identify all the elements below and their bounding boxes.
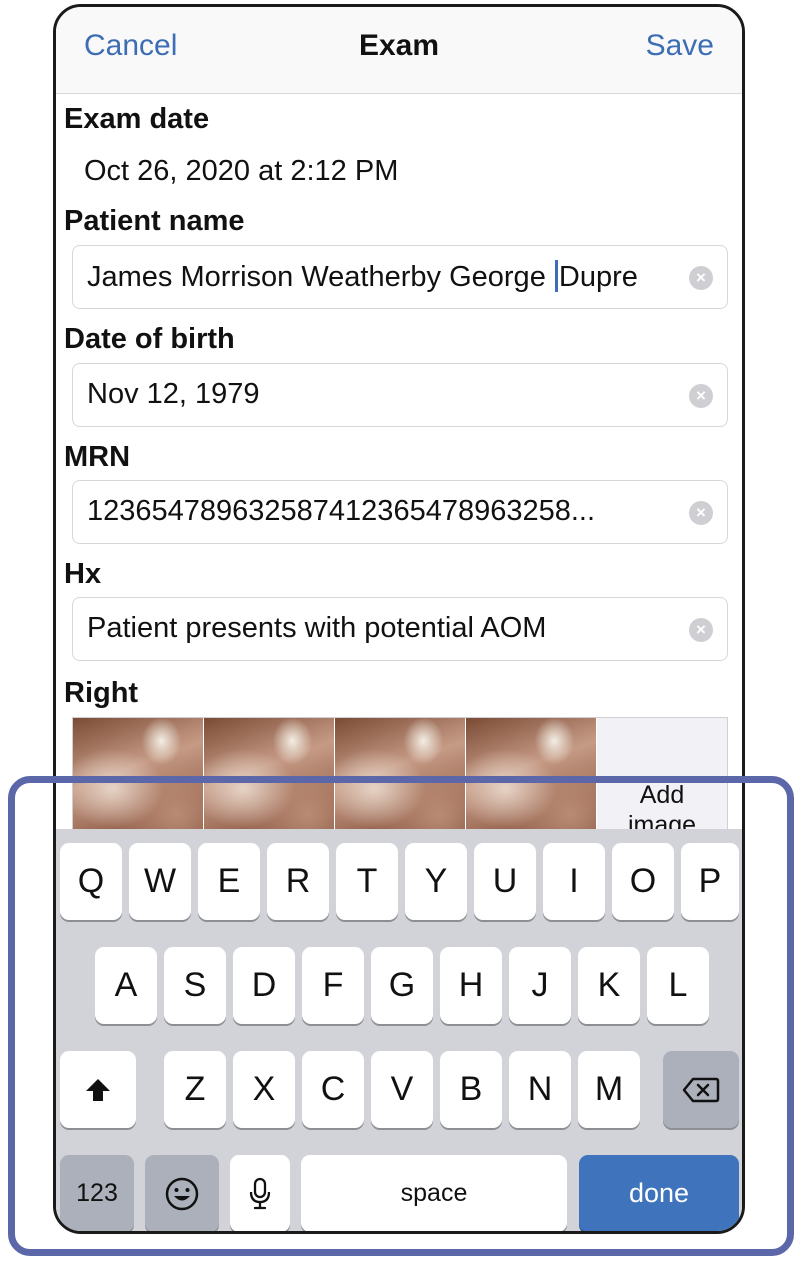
hx-field[interactable]: Patient presents with potential AOM ×	[72, 597, 728, 661]
exam-date-value[interactable]: Oct 26, 2020 at 2:12 PM	[84, 155, 398, 188]
keyboard-highlight-outline	[8, 776, 794, 1256]
mrn-text: 123654789632587412365478963258...	[87, 495, 596, 527]
patient-name-field[interactable]: James Morrison Weatherby George Dupre ×	[72, 245, 728, 309]
text-cursor	[554, 260, 558, 292]
patient-name-text-after: Dupre	[558, 261, 638, 293]
dob-text: Nov 12, 1979	[87, 378, 260, 410]
right-ear-label: Right	[64, 677, 139, 709]
patient-name-label: Patient name	[64, 205, 245, 237]
mrn-label: MRN	[64, 441, 131, 473]
exam-date-label: Exam date	[64, 103, 210, 135]
clear-icon[interactable]: ×	[689, 618, 713, 642]
save-button[interactable]: Save	[646, 29, 714, 63]
clear-icon[interactable]: ×	[689, 384, 713, 408]
page-title: Exam	[358, 29, 440, 62]
mrn-field[interactable]: 123654789632587412365478963258... ×	[72, 480, 728, 544]
patient-name-text[interactable]: James Morrison Weatherby George Dupre	[87, 260, 677, 294]
dob-field[interactable]: Nov 12, 1979 ×	[72, 363, 728, 427]
hx-label: Hx	[64, 558, 102, 590]
clear-icon[interactable]: ×	[689, 501, 713, 525]
hx-text: Patient presents with potential AOM	[87, 612, 547, 644]
navigation-bar: Cancel Exam Save	[56, 7, 742, 94]
dob-label: Date of birth	[64, 323, 235, 355]
clear-icon[interactable]: ×	[689, 266, 713, 290]
patient-name-text-before: James Morrison Weatherby George	[87, 261, 554, 293]
